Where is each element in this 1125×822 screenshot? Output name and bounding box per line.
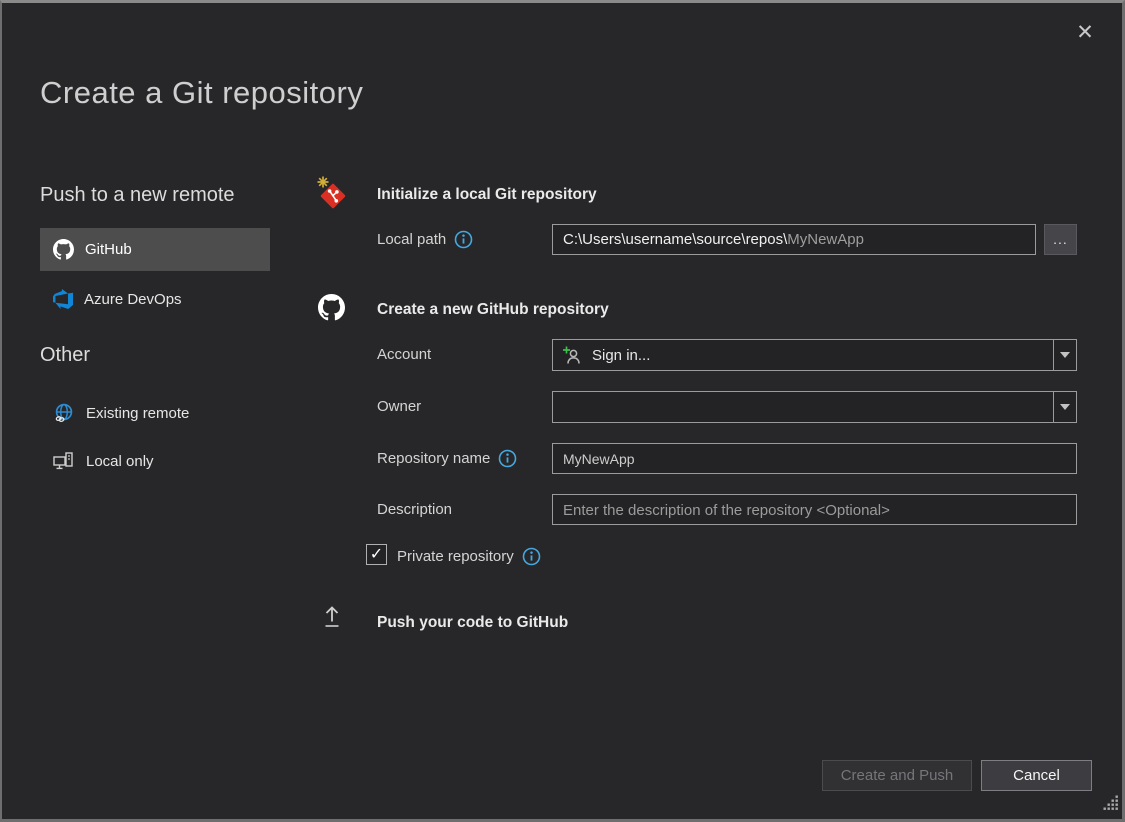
- info-icon[interactable]: [454, 230, 473, 249]
- sidebar-item-local-only[interactable]: Local only: [40, 442, 270, 480]
- globe-link-icon: [53, 402, 75, 424]
- create-git-repository-dialog: Create a Git repository ✕ Push to a new …: [0, 0, 1125, 822]
- upload-arrow-icon: [322, 604, 342, 630]
- browse-button[interactable]: ...: [1044, 224, 1077, 255]
- description-label: Description: [377, 501, 452, 518]
- account-dropdown-button[interactable]: [1053, 340, 1076, 370]
- private-repository-label: Private repository: [397, 547, 541, 566]
- private-repository-checkbox[interactable]: ✓: [366, 544, 387, 565]
- repository-name-label: Repository name: [377, 449, 517, 468]
- github-icon: [318, 294, 345, 321]
- local-path-label: Local path: [377, 230, 473, 249]
- github-icon: [53, 239, 74, 260]
- account-label: Account: [377, 346, 431, 363]
- sidebar-item-label: Azure DevOps: [84, 291, 182, 308]
- sidebar-item-azure-devops[interactable]: Azure DevOps: [40, 280, 270, 318]
- new-git-repository-icon: [315, 175, 349, 211]
- account-value: Sign in...: [592, 347, 650, 364]
- owner-dropdown-button[interactable]: [1053, 392, 1076, 422]
- info-icon[interactable]: [522, 547, 541, 566]
- local-path-name: MyNewApp: [787, 231, 864, 248]
- owner-dropdown[interactable]: [552, 391, 1077, 423]
- section-title-create-new-github-repository: Create a new GitHub repository: [377, 301, 609, 319]
- section-title-push-your-code-to-github: Push your code to GitHub: [377, 614, 568, 632]
- repository-name-input[interactable]: [552, 443, 1077, 474]
- local-path-prefix: C:\Users\username\source\repos\: [563, 231, 787, 248]
- azure-devops-icon: [53, 289, 73, 309]
- resize-grip[interactable]: [1103, 795, 1119, 816]
- description-input[interactable]: [552, 494, 1077, 525]
- sidebar-item-github[interactable]: GitHub: [40, 228, 270, 271]
- create-and-push-button[interactable]: Create and Push: [822, 760, 972, 791]
- account-dropdown[interactable]: Sign in...: [552, 339, 1077, 371]
- chevron-down-icon: [1060, 404, 1070, 410]
- check-icon: ✓: [370, 547, 383, 563]
- sidebar-item-existing-remote[interactable]: Existing remote: [40, 394, 270, 432]
- sidebar-heading-other: Other: [40, 344, 90, 367]
- chevron-down-icon: [1060, 352, 1070, 358]
- page-title: Create a Git repository: [40, 75, 363, 111]
- cancel-button[interactable]: Cancel: [981, 760, 1092, 791]
- sidebar-item-label: Existing remote: [86, 405, 189, 422]
- close-icon[interactable]: ✕: [1068, 15, 1102, 49]
- owner-label: Owner: [377, 398, 421, 415]
- sidebar-item-label: GitHub: [85, 241, 132, 258]
- info-icon[interactable]: [498, 449, 517, 468]
- local-path-input[interactable]: C:\Users\username\source\repos\MyNewApp: [552, 224, 1036, 255]
- computer-icon: [53, 451, 75, 471]
- sidebar-item-label: Local only: [86, 453, 154, 470]
- sign-in-user-icon: [562, 345, 583, 366]
- section-title-initialize-local-git-repository: Initialize a local Git repository: [377, 186, 597, 204]
- sidebar-heading-push-to-new-remote: Push to a new remote: [40, 184, 235, 207]
